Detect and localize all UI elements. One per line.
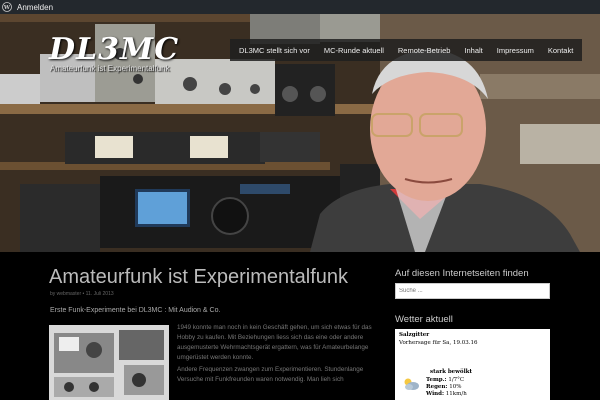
cloud-sun-icon <box>402 376 420 395</box>
nav-item-mc-runde[interactable]: MC-Runde aktuell <box>317 46 391 55</box>
site-title[interactable]: DL3MC <box>49 32 179 67</box>
main-content: Amateurfunk ist Experimentalfunk by webm… <box>0 252 600 400</box>
post-paragraph: Andere Frequenzen zwangen zum Experiment… <box>177 366 364 383</box>
search-widget-title: Auf diesen Internetseiten finden <box>395 268 529 279</box>
weather-temp-row: Temp.: 1/7°C <box>426 377 464 383</box>
weather-temp: 1/7°C <box>448 377 465 383</box>
nav-item-kontakt[interactable]: Kontakt <box>541 46 580 55</box>
svg-text:W: W <box>3 5 11 11</box>
login-link[interactable]: Anmelden <box>17 3 53 12</box>
weather-wind: 11km/h <box>445 391 467 397</box>
weather-rain-label: Regen: <box>426 384 448 390</box>
weather-place: Salzgitter <box>399 332 430 338</box>
audion-photo <box>49 325 169 400</box>
admin-bar: W Anmelden <box>0 0 600 14</box>
post-intro: Erste Funk-Experimente bei DL3MC : Mit A… <box>50 307 221 314</box>
nav-item-impressum[interactable]: Impressum <box>490 46 541 55</box>
weather-forecast-date: Vorhersage für Sa, 19.03.16 <box>399 340 478 346</box>
main-nav: DL3MC stellt sich vor MC-Runde aktuell R… <box>230 39 583 61</box>
post-image[interactable] <box>49 325 169 400</box>
weather-widget-title: Wetter aktuell <box>395 314 453 325</box>
weather-condition: stark bewölkt <box>430 369 473 375</box>
weather-rain: 10% <box>449 384 462 390</box>
header-image: DL3MC Amateurfunk ist Experimentalfunk D… <box>0 14 600 252</box>
post-body: 1949 konnte man noch in kein Geschäft ge… <box>177 323 373 387</box>
weather-rain-row: Regen: 10% <box>426 384 461 390</box>
wordpress-icon[interactable]: W <box>0 0 14 14</box>
site-tagline: Amateurfunk ist Experimentalfunk <box>50 64 170 73</box>
nav-item-inhalt[interactable]: Inhalt <box>457 46 489 55</box>
nav-item-remote-betrieb[interactable]: Remote-Betrieb <box>391 46 458 55</box>
weather-wind-row: Wind: 11km/h <box>426 391 467 397</box>
nav-item-vorstellung[interactable]: DL3MC stellt sich vor <box>232 46 317 55</box>
post-paragraph: 1949 konnte man noch in kein Geschäft ge… <box>177 324 372 361</box>
weather-widget: Salzgitter Vorhersage für Sa, 19.03.16 s… <box>395 329 550 400</box>
post-meta: by webmaster • 11. Juli 2013 <box>50 291 114 297</box>
weather-temp-label: Temp.: <box>426 377 447 383</box>
weather-wind-label: Wind: <box>426 391 445 397</box>
post-title[interactable]: Amateurfunk ist Experimentalfunk <box>49 266 348 289</box>
search-input[interactable] <box>395 283 550 299</box>
